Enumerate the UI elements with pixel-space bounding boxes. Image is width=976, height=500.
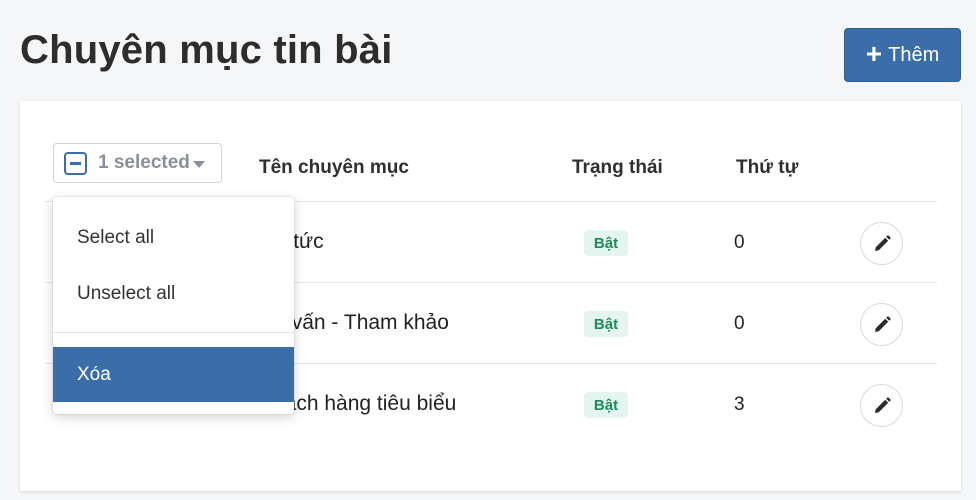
pencil-icon [874, 234, 891, 251]
menu-item-select-all[interactable]: Select all [53, 227, 294, 249]
status-badge: Bật [584, 230, 628, 256]
bulk-action-menu: Select all Unselect all Xóa [53, 197, 294, 414]
pencil-icon [874, 396, 891, 413]
edit-button[interactable] [860, 303, 903, 346]
edit-button[interactable] [860, 222, 903, 265]
page-title: Chuyên mục tin bài [20, 28, 393, 72]
sort-order: 0 [734, 232, 745, 253]
bulk-select-toggle[interactable]: 1 selected [53, 143, 222, 183]
edit-button[interactable] [860, 384, 903, 427]
plus-icon: + [865, 38, 883, 69]
status-badge: Bật [584, 392, 628, 418]
selected-count: 1 selected [98, 152, 190, 173]
column-header-order[interactable]: Thứ tự [736, 157, 798, 179]
menu-item-unselect-all[interactable]: Unselect all [53, 283, 294, 305]
add-button-label: Thêm [888, 43, 940, 66]
caret-down-icon [192, 161, 205, 168]
sort-order: 0 [734, 313, 745, 334]
status-badge: Bật [584, 311, 628, 337]
page-header: Chuyên mục tin bài + Thêm [0, 0, 976, 100]
add-button[interactable]: + Thêm [844, 28, 961, 82]
column-header-name[interactable]: Tên chuyên mục [259, 157, 409, 179]
pencil-icon [874, 315, 891, 332]
menu-item-delete[interactable]: Xóa [53, 347, 294, 402]
partial-checkbox-icon [64, 151, 87, 175]
column-header-status[interactable]: Trạng thái [572, 157, 663, 179]
sort-order: 3 [734, 394, 745, 415]
menu-divider [53, 332, 294, 333]
